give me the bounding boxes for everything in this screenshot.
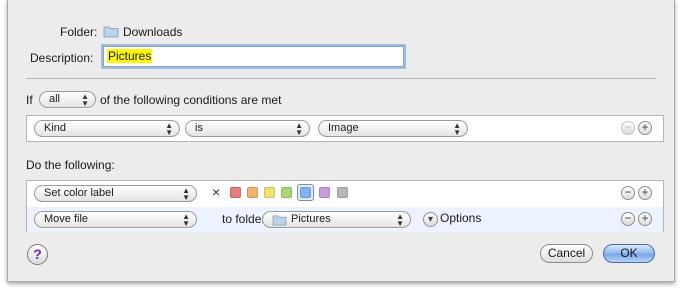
actions-list: Set color label ▲ ▼ × − + Move file ▲ ▼ to… bbox=[26, 180, 664, 232]
clear-label-icon[interactable]: × bbox=[212, 184, 220, 200]
folder-value: Downloads bbox=[123, 25, 183, 39]
action-select-2[interactable]: Move file ▲ ▼ bbox=[34, 211, 197, 228]
condition-row: Kind ▲ ▼ is ▲ ▼ Image ▲ ▼ − + bbox=[26, 115, 664, 142]
condition-operator-value: is bbox=[195, 122, 203, 134]
color-swatch-purple[interactable] bbox=[319, 187, 330, 198]
popup-arrows-icon: ▲ ▼ bbox=[295, 121, 303, 137]
condition-attribute-value: Kind bbox=[44, 122, 67, 134]
cancel-button[interactable]: Cancel bbox=[540, 244, 593, 263]
description-value: Pictures bbox=[107, 49, 153, 63]
popup-arrows-icon: ▲ ▼ bbox=[182, 186, 190, 202]
options-label[interactable]: Options bbox=[440, 211, 481, 225]
remove-action-2-button[interactable]: − bbox=[621, 212, 635, 226]
add-action-2-button[interactable]: + bbox=[638, 212, 652, 226]
separator bbox=[26, 78, 656, 79]
folder-label: Folder: bbox=[60, 25, 98, 39]
add-action-1-button[interactable]: + bbox=[638, 186, 652, 200]
color-swatch-yellow[interactable] bbox=[264, 187, 275, 198]
folder-icon bbox=[272, 215, 287, 226]
rule-editor-sheet: Folder: Downloads Description: Pictures … bbox=[7, 0, 675, 282]
action-1-value: Set color label bbox=[44, 187, 114, 199]
options-disclosure-icon[interactable]: ▾ bbox=[423, 212, 438, 227]
add-condition-button[interactable]: + bbox=[638, 121, 652, 135]
if-label: If bbox=[26, 93, 33, 107]
action-2-value: Move file bbox=[44, 213, 89, 225]
color-swatch-blue[interactable] bbox=[300, 187, 311, 198]
action-select-1[interactable]: Set color label ▲ ▼ bbox=[34, 185, 197, 202]
popup-arrows-icon: ▲ ▼ bbox=[453, 121, 461, 137]
description-field[interactable]: Pictures bbox=[103, 46, 404, 67]
condition-value-value: Image bbox=[328, 122, 359, 134]
folder-icon bbox=[103, 26, 119, 38]
match-select-value: all bbox=[49, 93, 61, 105]
color-swatch-orange[interactable] bbox=[247, 187, 258, 198]
conditions-suffix: of the following conditions are met bbox=[100, 93, 282, 107]
popup-arrows-icon: ▲ ▼ bbox=[396, 212, 404, 228]
popup-arrows-icon: ▲ ▼ bbox=[165, 121, 173, 137]
ok-button[interactable]: OK bbox=[603, 244, 655, 263]
remove-condition-button[interactable]: − bbox=[621, 121, 635, 135]
destination-folder-select[interactable]: Pictures ▲ ▼ bbox=[262, 211, 411, 228]
destination-folder-value: Pictures bbox=[291, 213, 331, 225]
popup-arrows-icon: ▲ ▼ bbox=[182, 212, 190, 228]
popup-arrows-icon: ▲ ▼ bbox=[81, 92, 89, 108]
color-swatch-red[interactable] bbox=[230, 187, 241, 198]
description-label: Description: bbox=[30, 51, 94, 65]
color-swatch-green[interactable] bbox=[281, 187, 292, 198]
color-swatch-gray[interactable] bbox=[337, 187, 348, 198]
condition-operator-select[interactable]: is ▲ ▼ bbox=[185, 120, 310, 137]
actions-heading: Do the following: bbox=[26, 158, 115, 172]
match-select[interactable]: all ▲ ▼ bbox=[39, 91, 96, 108]
condition-attribute-select[interactable]: Kind ▲ ▼ bbox=[34, 120, 180, 137]
remove-action-1-button[interactable]: − bbox=[621, 186, 635, 200]
help-button[interactable]: ? bbox=[27, 244, 48, 265]
condition-value-select[interactable]: Image ▲ ▼ bbox=[318, 120, 468, 137]
